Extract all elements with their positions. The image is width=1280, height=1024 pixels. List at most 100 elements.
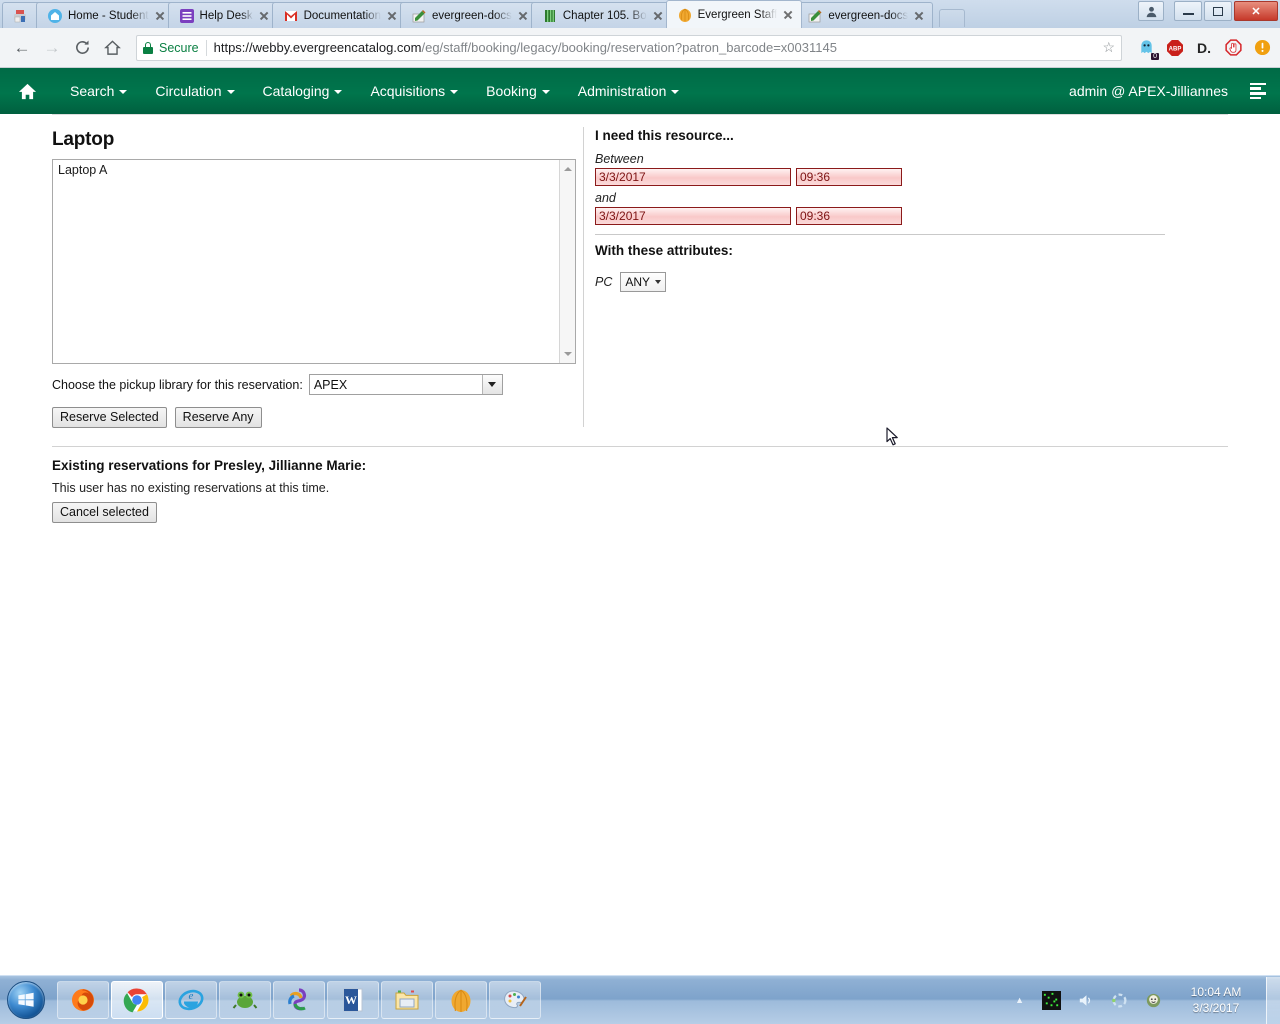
forward-button[interactable]: → xyxy=(38,34,66,62)
pickup-library-select[interactable]: APEX xyxy=(308,374,503,395)
pickup-library-value: APEX xyxy=(313,377,348,392)
chevron-down-icon xyxy=(119,90,128,95)
end-date-input[interactable]: 3/3/2017 xyxy=(595,207,791,225)
close-icon[interactable] xyxy=(912,9,926,23)
svg-text:e: e xyxy=(189,990,194,1002)
taskbar-internet-explorer-icon[interactable]: e xyxy=(165,981,217,1019)
scroll-down-icon[interactable] xyxy=(560,346,575,362)
nav-label: Circulation xyxy=(155,83,222,99)
browser-tab-active[interactable]: Evergreen Staff xyxy=(665,0,803,28)
page-title: Laptop xyxy=(52,129,115,150)
chevron-down-icon xyxy=(226,90,235,95)
start-date-input[interactable]: 3/3/2017 xyxy=(595,168,791,186)
back-button[interactable]: ← xyxy=(8,34,36,62)
green-book-icon xyxy=(542,8,558,24)
browser-tab[interactable]: evergreen-docs xyxy=(796,2,934,28)
taskbar-clock[interactable]: 10:04 AM 3/3/2017 xyxy=(1170,984,1262,1016)
minimize-icon[interactable] xyxy=(1174,1,1202,21)
taskbar-evergreen-leaf-icon[interactable] xyxy=(435,981,487,1019)
browser-toolbar: ← → Secure https://webby.evergreencatalo… xyxy=(0,28,1280,68)
right-panel: I need this resource... Between 3/3/2017… xyxy=(584,115,1280,428)
volume-icon[interactable] xyxy=(1074,989,1096,1011)
url-domain: https://webby.evergreencatalog.com xyxy=(213,40,422,55)
clock-date: 3/3/2017 xyxy=(1192,1001,1240,1015)
home-icon[interactable] xyxy=(10,82,44,101)
taskbar-frog-icon[interactable] xyxy=(219,981,271,1019)
list-item[interactable]: Laptop A xyxy=(53,160,575,177)
browser-tab[interactable]: evergreen-docs xyxy=(399,2,537,28)
sync-icon[interactable] xyxy=(1108,989,1130,1011)
show-desktop-button[interactable] xyxy=(1266,976,1280,1024)
navbar-right: admin @ APEX-Jilliannes xyxy=(1069,82,1280,100)
chevron-down-icon[interactable] xyxy=(481,375,502,394)
resource-listbox[interactable]: Laptop A xyxy=(52,159,576,364)
reserve-selected-button[interactable]: Reserve Selected xyxy=(52,407,167,428)
avatar-icon[interactable] xyxy=(1142,989,1164,1011)
reload-button[interactable] xyxy=(68,34,96,62)
new-tab-button[interactable] xyxy=(939,9,966,27)
home-icon[interactable] xyxy=(98,34,126,62)
reserve-any-button[interactable]: Reserve Any xyxy=(174,407,262,428)
opera-stop-icon[interactable] xyxy=(1223,38,1243,58)
nav-item-search[interactable]: Search xyxy=(56,83,141,99)
clock-time: 10:04 AM xyxy=(1190,985,1242,999)
close-icon[interactable] xyxy=(385,9,399,23)
taskbar-chrome-icon[interactable] xyxy=(111,981,163,1019)
taskbar-swirl-icon[interactable] xyxy=(273,981,325,1019)
close-icon[interactable] xyxy=(257,9,271,23)
taskbar-apps: e W xyxy=(57,981,541,1019)
resource-need-heading: I need this resource... xyxy=(595,128,734,143)
cancel-selected-button[interactable]: Cancel selected xyxy=(52,502,157,523)
close-icon[interactable] xyxy=(516,9,530,23)
taskbar-word-icon[interactable]: W xyxy=(327,981,379,1019)
taskbar-file-explorer-icon[interactable] xyxy=(381,981,433,1019)
taskbar-paint-icon[interactable] xyxy=(489,981,541,1019)
close-icon[interactable] xyxy=(651,9,665,23)
close-icon[interactable]: ✕ xyxy=(1234,1,1278,21)
chevron-down-icon xyxy=(655,280,662,284)
browser-tab-title: evergreen-docs xyxy=(828,9,909,22)
attribute-row-pc: PC ANY xyxy=(595,272,1280,292)
start-orb-icon[interactable] xyxy=(3,979,49,1021)
nav-label: Cataloging xyxy=(262,83,330,99)
disconnect-icon[interactable]: D. xyxy=(1194,38,1214,58)
ghostery-icon[interactable]: 0 xyxy=(1136,38,1159,60)
end-time-input[interactable]: 09:36 xyxy=(796,207,902,225)
pencil-book-icon xyxy=(807,8,823,24)
chevron-down-icon xyxy=(671,90,680,95)
svg-text:ABP: ABP xyxy=(1169,46,1182,52)
close-icon[interactable] xyxy=(781,8,795,22)
existing-reservations-panel: Existing reservations for Presley, Jilli… xyxy=(0,447,1280,523)
nav-label: Search xyxy=(70,83,115,99)
system-tray: ▲ 10:04 AM 3/3/2017 xyxy=(1009,976,1280,1024)
browser-tab[interactable]: Documentation xyxy=(271,2,406,28)
attributes-heading: With these attributes: xyxy=(595,243,733,258)
scroll-up-icon[interactable] xyxy=(560,161,575,177)
address-bar[interactable]: Secure https://webby.evergreencatalog.co… xyxy=(136,34,1122,61)
profile-icon[interactable] xyxy=(1138,1,1164,21)
maximize-icon[interactable] xyxy=(1204,1,1232,21)
taskbar-firefox-icon[interactable] xyxy=(57,981,109,1019)
security-label: Secure xyxy=(159,40,199,55)
nav-item-cataloging[interactable]: Cataloging xyxy=(249,83,357,99)
start-time-input[interactable]: 09:36 xyxy=(796,168,902,186)
show-hidden-icons-icon[interactable]: ▲ xyxy=(1015,995,1024,1005)
close-icon[interactable] xyxy=(153,9,167,23)
list-menu-icon[interactable] xyxy=(1250,82,1266,100)
attribute-select-pc[interactable]: ANY xyxy=(620,272,667,292)
warning-badge-icon[interactable] xyxy=(1252,38,1272,58)
browser-tab[interactable]: Help Desk xyxy=(167,2,278,28)
nav-item-booking[interactable]: Booking xyxy=(472,83,564,99)
nav-item-administration[interactable]: Administration xyxy=(564,83,694,99)
browser-tab-title: evergreen-docs xyxy=(431,9,512,22)
listbox-scrollbar[interactable] xyxy=(559,160,575,363)
browser-tab[interactable]: Home - Student xyxy=(36,2,174,28)
bookmark-star-icon[interactable]: ☆ xyxy=(1102,39,1115,56)
pencil-book-icon xyxy=(411,8,427,24)
attribute-value: ANY xyxy=(625,275,651,289)
adblock-plus-icon[interactable]: ABP xyxy=(1165,38,1185,58)
nav-item-acquisitions[interactable]: Acquisitions xyxy=(356,83,472,99)
browser-tab[interactable]: Chapter 105. Bo xyxy=(530,2,672,28)
nav-item-circulation[interactable]: Circulation xyxy=(141,83,248,99)
green-matrix-icon[interactable] xyxy=(1040,989,1062,1011)
